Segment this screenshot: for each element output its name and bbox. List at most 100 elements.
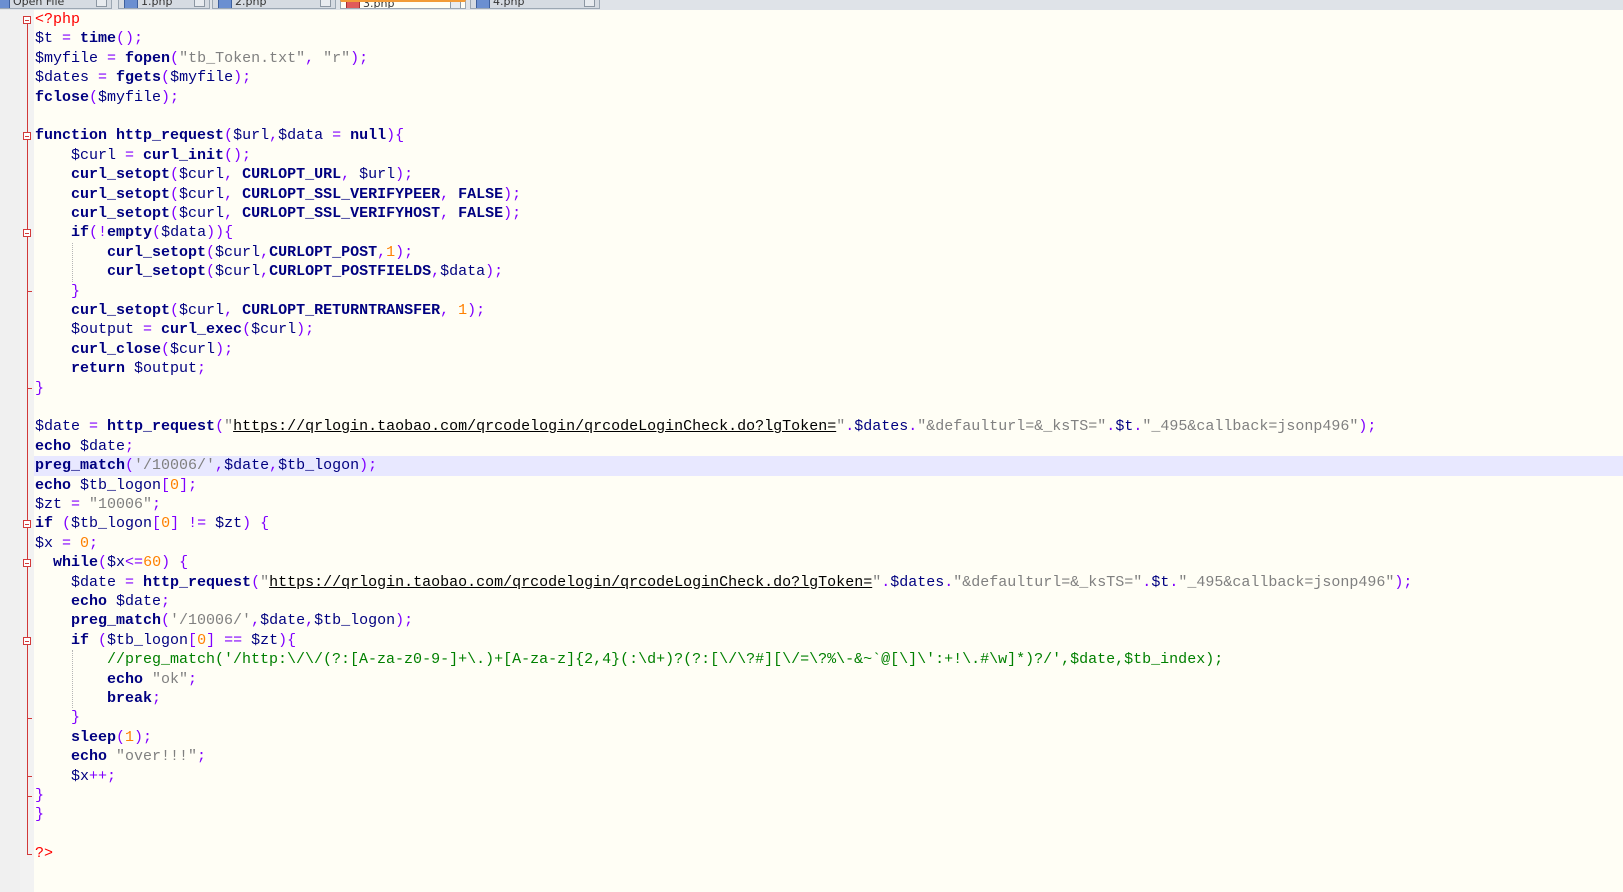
token: curl_setopt <box>35 205 171 222</box>
close-icon[interactable] <box>96 0 107 7</box>
token: CURLOPT_URL <box>242 166 342 184</box>
code-line[interactable]: //preg_match('/http:\/\/(?:[A-za-z0-9-]+… <box>34 650 1623 669</box>
code-line[interactable]: <?php <box>34 10 1623 29</box>
code-line[interactable] <box>34 107 1623 126</box>
token: } <box>35 806 45 824</box>
code-line[interactable]: } <box>34 708 1623 727</box>
line-number-margin[interactable] <box>0 10 20 892</box>
code-line[interactable]: } <box>34 282 1623 301</box>
code-line[interactable]: $x = 0; <box>34 534 1623 553</box>
code-line[interactable]: $date = http_request("https://qrlogin.ta… <box>34 417 1623 436</box>
token: curl_exec <box>161 321 243 339</box>
code-line[interactable]: $date = http_request("https://qrlogin.ta… <box>34 573 1623 592</box>
code-line[interactable]: } <box>34 805 1623 824</box>
code-line[interactable]: } <box>34 379 1623 398</box>
fold-toggle-icon[interactable] <box>23 636 31 645</box>
code-line[interactable]: echo "ok"; <box>34 670 1623 689</box>
code-line[interactable]: curl_setopt($curl, CURLOPT_SSL_VERIFYHOS… <box>34 204 1623 223</box>
token: ; <box>125 437 135 455</box>
code-line[interactable]: echo $date; <box>34 437 1623 456</box>
token: sleep <box>35 728 117 746</box>
token: ; <box>197 360 207 378</box>
token: = <box>71 496 90 513</box>
code-line[interactable]: $x++; <box>34 767 1623 786</box>
code-line[interactable]: while($x<=60) { <box>34 553 1623 572</box>
tab-5[interactable]: 4.php <box>470 0 600 9</box>
fold-toggle-icon[interactable] <box>23 229 31 238</box>
code-line[interactable]: curl_setopt($curl,CURLOPT_POST,1); <box>34 243 1623 262</box>
code-line[interactable]: sleep(1); <box>34 728 1623 747</box>
code-line[interactable]: function http_request($url,$data = null)… <box>34 126 1623 145</box>
code-line[interactable]: $myfile = fopen("tb_Token.txt", "r"); <box>34 49 1623 68</box>
code-line[interactable] <box>34 398 1623 417</box>
token: $t <box>35 30 63 48</box>
code-line[interactable]: curl_setopt($curl,CURLOPT_POSTFIELDS,$da… <box>34 262 1623 281</box>
code-line[interactable]: echo $date; <box>34 592 1623 611</box>
token: . <box>1106 418 1116 436</box>
token: null <box>350 127 387 145</box>
code-line[interactable]: echo "over!!!"; <box>34 747 1623 766</box>
code-line[interactable] <box>34 825 1623 844</box>
indent-guide <box>72 242 74 282</box>
token: ; <box>152 496 162 513</box>
token: , <box>440 185 459 203</box>
token: ( <box>116 728 126 746</box>
code-line[interactable]: preg_match('/10006/',$date,$tb_logon); <box>34 611 1623 630</box>
token: while <box>35 554 99 572</box>
code-line[interactable]: $t = time(); <box>34 29 1623 48</box>
token: $zt <box>215 515 243 533</box>
code-line[interactable]: curl_setopt($curl, CURLOPT_SSL_VERIFYPEE… <box>34 185 1623 204</box>
token: , <box>224 302 243 319</box>
code-line[interactable]: $output = curl_exec($curl); <box>34 320 1623 339</box>
close-icon[interactable] <box>320 0 331 7</box>
token: http_request <box>107 418 216 436</box>
close-icon[interactable] <box>450 2 461 8</box>
code-line[interactable]: fclose($myfile); <box>34 88 1623 107</box>
token: . <box>1133 418 1143 436</box>
token: $curl <box>179 302 225 319</box>
fold-toggle-icon[interactable] <box>23 558 31 567</box>
token: $curl <box>179 205 225 222</box>
token: echo <box>35 437 81 455</box>
code-line[interactable]: if ($tb_logon[0] == $zt){ <box>34 631 1623 650</box>
tab-1[interactable]: Open File <box>0 0 112 9</box>
code-line[interactable]: } <box>34 786 1623 805</box>
token: $data <box>278 127 333 145</box>
code-line[interactable]: if ($tb_logon[0] != $zt) { <box>34 514 1623 533</box>
code-line[interactable]: if(!empty($data)){ <box>34 223 1623 242</box>
fold-toggle-icon[interactable] <box>23 520 31 529</box>
fold-toggle-icon[interactable] <box>23 132 31 141</box>
code-line[interactable]: break; <box>34 689 1623 708</box>
token: return <box>35 360 135 378</box>
code-line[interactable]: $curl = curl_init(); <box>34 146 1623 165</box>
fold-toggle-icon[interactable] <box>23 15 31 24</box>
token: ( <box>206 243 216 261</box>
code-line[interactable]: return $output; <box>34 359 1623 378</box>
tab-4[interactable]: 3.php <box>340 0 466 9</box>
token: break <box>35 690 153 707</box>
code-line[interactable]: $dates = fgets($myfile); <box>34 68 1623 87</box>
token: curl_setopt <box>35 263 207 281</box>
code-editor[interactable]: <?php $t = time(); $myfile = fopen("tb_Tok… <box>34 10 1623 892</box>
token: ; <box>188 670 198 688</box>
token: curl_setopt <box>35 166 171 184</box>
tab-label: 3.php <box>363 0 395 9</box>
token: fgets <box>116 69 162 87</box>
token: "over!!!" <box>116 748 198 766</box>
tab-2[interactable]: 1.php <box>118 0 210 9</box>
code-line[interactable]: ?> <box>34 844 1623 863</box>
fold-margin[interactable] <box>20 10 34 892</box>
token: . <box>944 573 954 591</box>
code-line[interactable]: preg_match('/10006/',$date,$tb_logon); <box>34 456 1623 476</box>
close-icon[interactable] <box>584 0 595 7</box>
code-line[interactable]: curl_close($curl); <box>34 340 1623 359</box>
close-icon[interactable] <box>194 0 205 7</box>
code-line[interactable]: echo $tb_logon[0]; <box>34 476 1623 495</box>
code-line[interactable]: $zt = "10006"; <box>34 495 1623 514</box>
token: '/10006/' <box>170 612 252 630</box>
token: [ <box>152 515 162 533</box>
code-line[interactable]: curl_setopt($curl, CURLOPT_RETURNTRANSFE… <box>34 301 1623 320</box>
code-line[interactable]: curl_setopt($curl, CURLOPT_URL, $url); <box>34 165 1623 184</box>
tab-3[interactable]: 2.php <box>212 0 336 9</box>
token: curl_setopt <box>35 302 171 319</box>
